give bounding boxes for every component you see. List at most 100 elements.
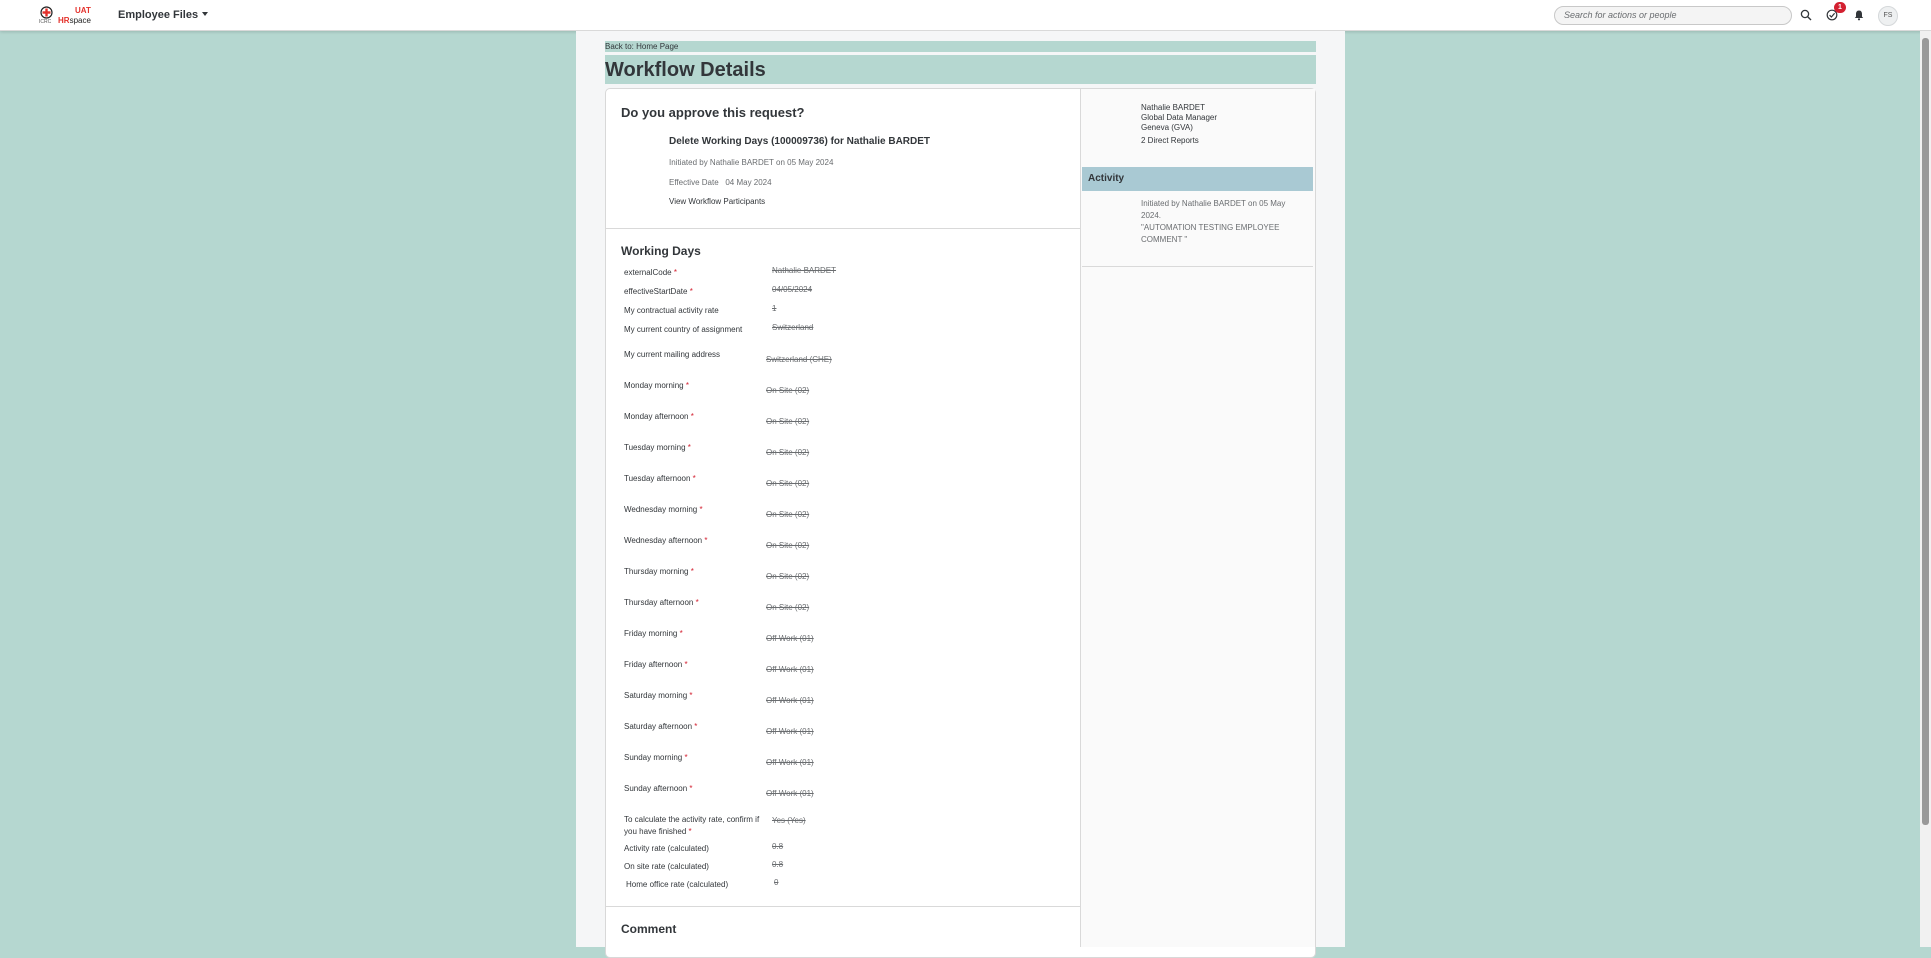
user-avatar[interactable]: FS bbox=[1878, 6, 1898, 26]
person-location: Geneva (GVA) bbox=[1141, 123, 1193, 132]
field-label-text: Sunday morning bbox=[624, 753, 683, 762]
search-input[interactable]: Search for actions or people bbox=[1554, 6, 1792, 25]
field-label-text: Thursday afternoon bbox=[624, 598, 694, 607]
required-marker: * bbox=[687, 443, 691, 452]
comment-heading: Comment bbox=[621, 922, 677, 936]
field-label-text: effectiveStartDate bbox=[624, 287, 688, 296]
company-logo[interactable]: ICRC UAT HRspace bbox=[38, 6, 94, 26]
person-name: Nathalie BARDET bbox=[1141, 103, 1206, 112]
field-label-text: My current mailing address bbox=[624, 350, 721, 359]
field-value: 0.8 bbox=[772, 860, 784, 869]
field-label-text: Sunday afternoon bbox=[624, 784, 688, 793]
field-label-text: My current country of assignment bbox=[624, 325, 743, 334]
required-marker: * bbox=[673, 268, 677, 277]
field-value: 1 bbox=[772, 304, 777, 313]
direct-reports-link[interactable]: 2 Direct Reports bbox=[1141, 136, 1199, 145]
activity-divider bbox=[1082, 266, 1313, 267]
bell-icon[interactable] bbox=[1853, 9, 1865, 21]
activity-comment: "AUTOMATION TESTING EMPLOYEE COMMENT " bbox=[1141, 223, 1280, 244]
required-marker: * bbox=[694, 722, 698, 731]
scrollbar-thumb[interactable] bbox=[1922, 38, 1929, 825]
field-value: Off Work (01) bbox=[766, 665, 814, 674]
approval-question: Do you approve this request? bbox=[621, 105, 805, 120]
notification-badge: 1 bbox=[1834, 2, 1846, 13]
required-marker: * bbox=[690, 567, 694, 576]
field-label-text: Activity rate (calculated) bbox=[624, 844, 709, 853]
field-value: Off Work (01) bbox=[766, 758, 814, 767]
field-label: Tuesday morning * bbox=[624, 442, 764, 454]
field-value: On Site (02) bbox=[766, 541, 810, 550]
field-value: On Site (02) bbox=[766, 572, 810, 581]
logo-wordmark: HRspace bbox=[58, 16, 91, 25]
activity-heading: Activity bbox=[1088, 173, 1125, 184]
field-label: My current mailing address bbox=[624, 349, 764, 361]
effective-date-value: 04 May 2024 bbox=[725, 178, 772, 187]
activity-text: Initiated by Nathalie BARDET on 05 May 2… bbox=[1141, 199, 1286, 220]
field-label: Thursday afternoon * bbox=[624, 597, 764, 609]
logo-emblem-icon bbox=[40, 6, 53, 19]
shell-bar: ICRC UAT HRspace Employee Files Search f… bbox=[0, 0, 1931, 31]
field-value: Off Work (01) bbox=[766, 634, 814, 643]
logo-subtitle: ICRC bbox=[39, 19, 52, 25]
field-label-text: My contractual activity rate bbox=[624, 306, 719, 315]
back-to-home-link[interactable]: Back to: Home Page bbox=[605, 41, 1316, 52]
employee-files-label: Employee Files bbox=[118, 9, 199, 21]
field-label-text: On site rate (calculated) bbox=[624, 862, 709, 871]
employee-files-menu[interactable]: Employee Files bbox=[118, 9, 209, 21]
field-label-text: Wednesday morning bbox=[624, 505, 698, 514]
field-label: Wednesday afternoon * bbox=[624, 535, 764, 547]
column-divider bbox=[1080, 89, 1081, 947]
required-marker: * bbox=[692, 474, 696, 483]
field-label-text: Wednesday afternoon bbox=[624, 536, 703, 545]
field-label: Friday morning * bbox=[624, 628, 764, 640]
field-label: Sunday afternoon * bbox=[624, 783, 764, 795]
field-value: On Site (02) bbox=[766, 417, 810, 426]
field-value: Switzerland (CHE) bbox=[766, 355, 832, 364]
field-label: To calculate the activity rate, confirm … bbox=[624, 814, 764, 838]
required-marker: * bbox=[689, 784, 693, 793]
field-value: On Site (02) bbox=[766, 448, 810, 457]
request-initiated: Initiated by Nathalie BARDET on 05 May 2… bbox=[669, 158, 834, 167]
field-label: On site rate (calculated) bbox=[624, 861, 764, 873]
field-label-text: externalCode bbox=[624, 268, 672, 277]
page-title: Workflow Details bbox=[605, 59, 766, 81]
field-label-text: Monday afternoon bbox=[624, 412, 689, 421]
field-label: Wednesday morning * bbox=[624, 504, 764, 516]
required-marker: * bbox=[685, 381, 689, 390]
field-label-text: Thursday morning bbox=[624, 567, 689, 576]
field-label: Saturday morning * bbox=[624, 690, 764, 702]
request-title: Delete Working Days (100009736) for Nath… bbox=[669, 136, 931, 147]
required-marker: * bbox=[695, 598, 699, 607]
environment-label: UAT bbox=[75, 6, 91, 15]
field-value: Off Work (01) bbox=[766, 789, 814, 798]
field-value: 04/05/2024 bbox=[772, 285, 813, 294]
field-value: 0 bbox=[774, 878, 779, 887]
field-label: Tuesday afternoon * bbox=[624, 473, 764, 485]
field-label: Monday afternoon * bbox=[624, 411, 764, 423]
required-marker: * bbox=[684, 660, 688, 669]
field-value: On Site (02) bbox=[766, 603, 810, 612]
field-label: Activity rate (calculated) bbox=[624, 843, 764, 855]
field-label: My contractual activity rate bbox=[624, 305, 764, 317]
field-label: effectiveStartDate * bbox=[624, 286, 764, 298]
search-icon[interactable] bbox=[1800, 9, 1812, 21]
field-label-text: Home office rate (calculated) bbox=[626, 880, 729, 889]
field-label: Monday morning * bbox=[624, 380, 764, 392]
activity-header: Activity bbox=[1082, 167, 1313, 191]
view-participants-link[interactable]: View Workflow Participants bbox=[669, 197, 765, 206]
required-marker: * bbox=[689, 691, 693, 700]
field-value: On Site (02) bbox=[766, 479, 810, 488]
field-value: Off Work (01) bbox=[766, 727, 814, 736]
field-label: Thursday morning * bbox=[624, 566, 764, 578]
effective-date-label: Effective Date bbox=[669, 178, 719, 187]
required-marker: * bbox=[679, 629, 683, 638]
field-label-text: Friday afternoon bbox=[624, 660, 683, 669]
field-label-text: Monday morning bbox=[624, 381, 684, 390]
field-label: Friday afternoon * bbox=[624, 659, 764, 671]
field-value: Off Work (01) bbox=[766, 696, 814, 705]
field-label-text: Saturday morning bbox=[624, 691, 688, 700]
field-value: On Site (02) bbox=[766, 386, 810, 395]
field-label-text: Tuesday morning bbox=[624, 443, 686, 452]
person-role: Global Data Manager bbox=[1141, 113, 1218, 122]
required-marker: * bbox=[699, 505, 703, 514]
